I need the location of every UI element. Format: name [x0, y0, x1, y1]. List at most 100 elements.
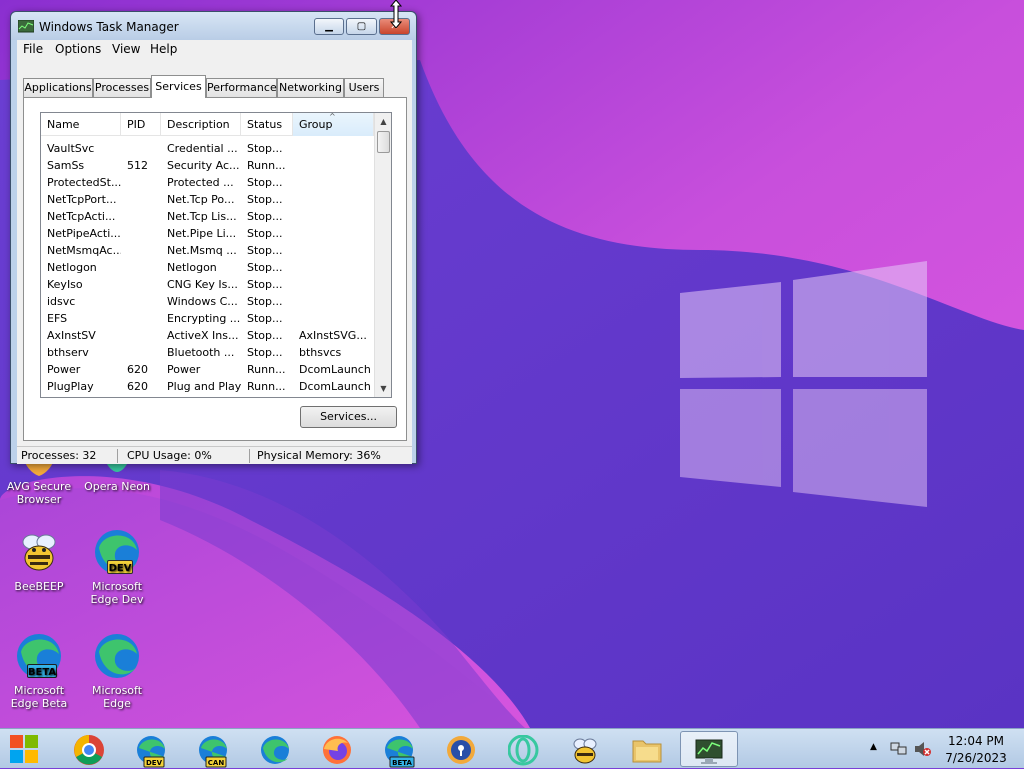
taskbar-edge[interactable] — [249, 731, 299, 767]
desktop-icon-microsoft-edge[interactable]: Microsoft Edge — [78, 632, 156, 710]
desktop-icon-label: Microsoft Edge Beta — [10, 684, 68, 710]
table-row[interactable]: EFS Encrypting ... Stop... — [41, 310, 374, 327]
desktop-icon-microsoft-edge-dev[interactable]: DEV Microsoft Edge Dev — [78, 528, 156, 606]
table-row[interactable]: NetMsmqAc... Net.Msmq ... Stop... — [41, 242, 374, 259]
table-cell-description: Net.Tcp Lis... — [167, 210, 237, 223]
table-cell-name: SamSs — [47, 159, 85, 172]
scroll-up-arrow-icon[interactable]: ▲ — [375, 113, 391, 130]
tab-processes[interactable]: Processes — [93, 78, 151, 97]
tab-services[interactable]: Services — [151, 75, 206, 98]
avg-secure-browser-icon — [447, 736, 475, 764]
table-cell-pid — [121, 327, 161, 344]
tab-performance[interactable]: Performance — [206, 78, 277, 97]
table-cell-group — [293, 310, 374, 327]
vertical-scrollbar[interactable]: ▲ ▼ — [374, 113, 391, 397]
table-cell-pid: 512 — [127, 159, 148, 172]
taskbar-firefox[interactable] — [311, 731, 361, 767]
table-row[interactable]: idsvc Windows C... Stop... — [41, 293, 374, 310]
services-list[interactable]: Name PID Description Status Group ^ Vaul… — [40, 112, 392, 398]
column-header-pid[interactable]: PID — [121, 113, 161, 136]
table-row[interactable]: AxInstSV ActiveX Ins... Stop... AxInstSVG..… — [41, 327, 374, 344]
taskbar-edge-canary[interactable]: CAN — [187, 731, 237, 768]
taskbar-edge-beta[interactable]: BETA — [373, 731, 423, 768]
table-row[interactable]: PlugPlay 620 Plug and Play Runn... DcomLaunc… — [41, 378, 374, 395]
task-manager-window[interactable]: Windows Task Manager ▁ ▢ ✕ File Options … — [10, 11, 417, 464]
chrome-icon — [74, 735, 104, 765]
microsoft-edge-icon — [95, 634, 139, 678]
table-cell-description: Net.Msmq ... — [167, 244, 237, 257]
table-cell-description: Net.Tcp Po... — [167, 193, 235, 206]
menu-view[interactable]: View — [112, 42, 140, 56]
table-cell-group — [293, 225, 374, 242]
taskbar-avg-secure-browser[interactable] — [435, 731, 485, 767]
table-row[interactable]: KeyIso CNG Key Is... Stop... — [41, 276, 374, 293]
edge-canary-badge: CAN — [208, 759, 225, 767]
minimize-icon: ▁ — [325, 21, 333, 32]
table-cell-description: Credential ... — [167, 142, 238, 155]
edge-dev-icon: DEV — [137, 736, 165, 768]
restore-button[interactable]: ▢ — [346, 18, 377, 35]
minimize-button[interactable]: ▁ — [314, 18, 344, 35]
microsoft-edge-beta-icon: BETA — [17, 634, 61, 678]
desktop-icon-microsoft-edge-beta[interactable]: BETA Microsoft Edge Beta — [0, 632, 78, 710]
menu-options[interactable]: Options — [55, 42, 101, 56]
table-cell-name: idsvc — [47, 295, 76, 308]
scrollbar-thumb[interactable] — [377, 131, 390, 153]
desktop-icon-label: Microsoft Edge — [91, 684, 143, 710]
taskbar-edge-dev[interactable]: DEV — [125, 731, 175, 768]
tab-networking[interactable]: Networking — [277, 78, 344, 97]
table-cell-pid — [121, 259, 161, 276]
tab-users[interactable]: Users — [344, 78, 384, 97]
status-processes: Processes: 32 — [21, 449, 97, 462]
table-cell-name: NetTcpActi... — [47, 210, 116, 223]
taskbar-chrome[interactable] — [63, 731, 113, 767]
desktop-icon-beebeep[interactable]: BeeBEEP — [0, 528, 78, 593]
table-cell-group: AxInstSVG... — [299, 329, 367, 342]
table-row[interactable]: NetTcpPort... Net.Tcp Po... Stop... — [41, 191, 374, 208]
table-row[interactable]: Netlogon Netlogon Stop... — [41, 259, 374, 276]
title-bar[interactable]: Windows Task Manager ▁ ▢ ✕ — [11, 12, 416, 40]
taskbar-file-explorer[interactable] — [621, 731, 671, 767]
table-cell-group — [293, 191, 374, 208]
taskbar-task-manager[interactable] — [680, 731, 738, 767]
table-cell-description: CNG Key Is... — [167, 278, 238, 291]
table-row[interactable]: NetTcpActi... Net.Tcp Lis... Stop... — [41, 208, 374, 225]
taskbar-beebeep[interactable] — [559, 731, 609, 767]
table-cell-pid — [121, 174, 161, 191]
taskbar-opera-neon[interactable] — [497, 731, 547, 767]
column-header-group[interactable]: Group ^ — [293, 113, 374, 136]
table-cell-name: ProtectedSt... — [47, 176, 121, 189]
table-cell-description: Protected ... — [167, 176, 234, 189]
column-header-description[interactable]: Description — [161, 113, 241, 136]
table-cell-status: Stop... — [247, 261, 283, 274]
list-header: Name PID Description Status Group ^ — [41, 113, 374, 136]
scroll-down-arrow-icon[interactable]: ▼ — [375, 380, 391, 397]
table-cell-description: Security Ac... — [167, 159, 240, 172]
edge-beta-icon: BETA — [385, 736, 415, 768]
clock-date: 7/26/2023 — [945, 751, 1007, 765]
table-cell-status: Stop... — [247, 244, 283, 257]
edge-canary-icon: CAN — [199, 736, 227, 768]
menu-file[interactable]: File — [23, 42, 43, 56]
table-cell-name: NetPipeActi... — [47, 227, 121, 240]
volume-muted-icon[interactable] — [914, 741, 932, 757]
clock[interactable]: 12:04 PM 7/26/2023 — [936, 729, 1016, 769]
column-header-status[interactable]: Status — [241, 113, 293, 136]
show-hidden-icons-icon[interactable]: ▲ — [870, 742, 877, 752]
table-row[interactable]: Power 620 Power Runn... DcomLaunch — [41, 361, 374, 378]
start-button[interactable] — [0, 731, 50, 767]
tab-applications[interactable]: Applications — [23, 78, 93, 97]
column-header-name[interactable]: Name — [41, 113, 121, 136]
table-cell-group: bthsvcs — [299, 346, 342, 359]
table-row[interactable]: NetPipeActi... Net.Pipe Li... Stop... — [41, 225, 374, 242]
menu-help[interactable]: Help — [150, 42, 177, 56]
services-button[interactable]: Services... — [300, 406, 397, 428]
opera-neon-icon — [508, 735, 539, 766]
column-header-group-label: Group — [299, 118, 333, 131]
table-row[interactable]: ProtectedSt... Protected ... Stop... — [41, 174, 374, 191]
table-row[interactable]: SamSs 512 Security Ac... Runn... — [41, 157, 374, 174]
table-row[interactable]: VaultSvc Credential ... Stop... — [41, 140, 374, 157]
task-manager-icon — [695, 739, 723, 764]
table-row[interactable]: bthserv Bluetooth ... Stop... bthsvcs — [41, 344, 374, 361]
network-icon[interactable] — [890, 741, 908, 757]
